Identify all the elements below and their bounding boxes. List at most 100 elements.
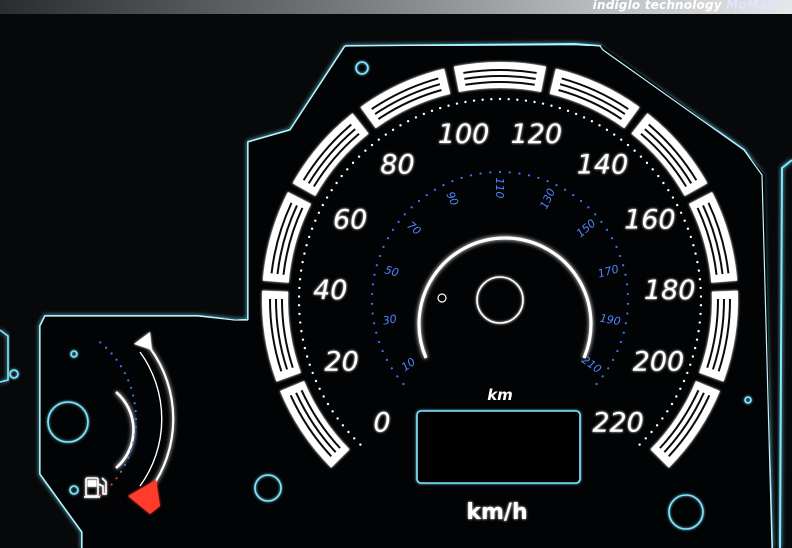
mph-tick — [594, 213, 597, 216]
scale-dot — [346, 168, 349, 171]
scale-dot — [661, 417, 664, 420]
scale-dot — [698, 321, 701, 324]
scale-dot — [679, 387, 682, 390]
kmh-label: 140 — [577, 149, 629, 180]
scale-dot — [689, 235, 693, 239]
scale-dot — [699, 312, 702, 316]
scale-dot — [699, 286, 702, 290]
kmh-label: 100 — [438, 119, 490, 150]
scale-dot — [464, 100, 467, 104]
fuel-tick — [134, 425, 137, 429]
scale-dot — [507, 97, 510, 101]
mph-tick — [489, 171, 492, 174]
fuel-tick — [129, 449, 133, 452]
fuel-tick — [115, 358, 118, 361]
scale-dot — [300, 329, 303, 333]
scale-dot — [558, 106, 562, 110]
scale-dot — [472, 99, 476, 102]
mph-tick — [579, 199, 583, 203]
scale-dot — [301, 260, 304, 264]
mph-tick — [391, 228, 395, 231]
scale-dot — [406, 120, 410, 123]
scale-dot — [693, 346, 697, 350]
fuel-tick — [110, 352, 113, 355]
kmh-label: 220 — [592, 407, 644, 438]
mph-tick — [498, 170, 502, 174]
scale-dot — [314, 379, 318, 383]
mph-tick — [371, 283, 375, 286]
mph-tick — [619, 340, 623, 344]
scale-dot — [447, 104, 450, 107]
mph-tick — [396, 375, 399, 378]
mph-tick — [382, 245, 385, 249]
scale-dot — [353, 437, 356, 440]
fuel-tick — [105, 346, 108, 349]
scale-dot — [516, 98, 519, 101]
scale-dot — [533, 100, 536, 104]
scale-dot — [310, 227, 314, 230]
scale-dot — [490, 97, 493, 101]
kmh-label: 160 — [624, 205, 676, 236]
scale-dot — [639, 155, 643, 158]
fuel-tick — [132, 394, 135, 397]
scale-dot — [299, 321, 302, 324]
fuel-tick — [99, 341, 102, 344]
scale-dot — [667, 188, 670, 192]
mph-tick — [451, 180, 454, 183]
scale-dot — [318, 387, 321, 390]
scale-dot — [351, 161, 355, 165]
mph-tick — [371, 292, 374, 296]
scale-dot — [675, 203, 679, 207]
scale-dot — [698, 278, 702, 281]
mph-tick — [378, 254, 381, 258]
scale-dot — [325, 196, 329, 199]
scale-dot — [391, 128, 395, 132]
scale-dot — [297, 304, 301, 307]
scale-dot — [697, 329, 700, 333]
mph-tick — [385, 358, 388, 361]
scale-dot — [335, 181, 338, 185]
scale-dot — [341, 424, 345, 427]
scale-dot — [430, 109, 434, 113]
scale-dot — [671, 196, 675, 199]
instrument-cluster-photo: 020406080100 120140160180200220 103050709… — [0, 14, 792, 548]
scale-dot — [697, 269, 701, 272]
scale-dot — [679, 211, 683, 215]
mph-tick — [595, 382, 598, 386]
mph-tick — [508, 171, 511, 174]
scale-dot — [399, 124, 402, 127]
mph-tick — [616, 350, 619, 353]
kmh-label: 200 — [633, 347, 685, 378]
mph-tick — [625, 283, 629, 286]
kmh-label: 40 — [313, 275, 347, 306]
mph-tick — [626, 302, 630, 305]
scale-dot — [666, 410, 669, 413]
scale-dot — [662, 181, 665, 185]
mph-tick — [587, 206, 590, 209]
mph-tick — [622, 264, 625, 267]
fuel-tick — [129, 386, 133, 389]
scale-dot — [683, 219, 686, 222]
scale-dot — [331, 410, 334, 413]
mph-tick — [605, 228, 609, 231]
mph-label: 110 — [493, 178, 506, 199]
scale-dot — [314, 219, 317, 222]
scale-dot — [359, 443, 362, 446]
scale-dot — [694, 252, 697, 255]
mph-tick — [417, 199, 421, 203]
mph-tick — [615, 245, 618, 249]
scale-dot — [675, 395, 678, 398]
fuel-tick — [119, 470, 123, 473]
mph-label: 30 — [382, 312, 398, 327]
mph-tick — [410, 206, 413, 209]
scale-dot — [498, 97, 502, 101]
mph-tick — [381, 350, 384, 353]
mph-tick — [373, 322, 376, 325]
kmh-label: 120 — [511, 119, 563, 150]
scale-dot — [655, 424, 659, 427]
scale-dot — [340, 174, 343, 178]
scale-dot — [633, 149, 636, 152]
scale-dot — [364, 149, 367, 152]
scale-dot — [298, 278, 302, 281]
scale-dot — [438, 106, 442, 110]
